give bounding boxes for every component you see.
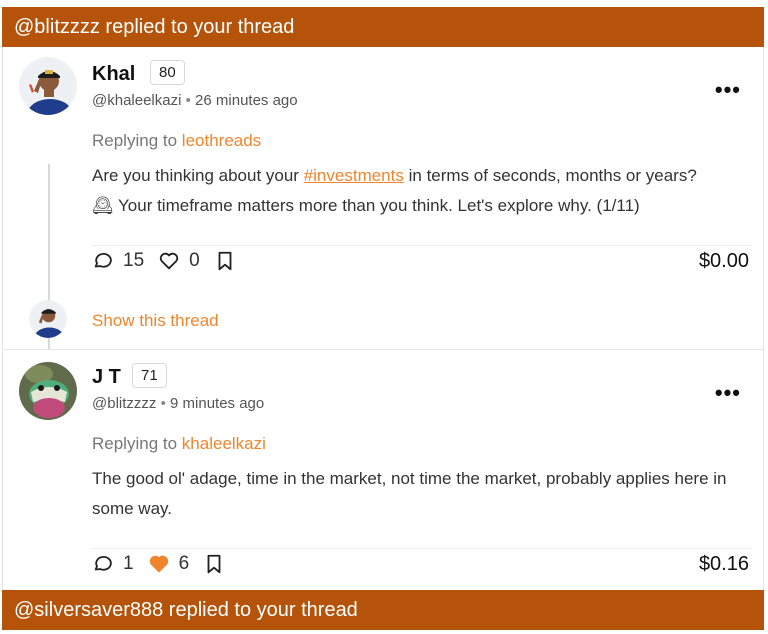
clock-emoji: 🕰	[92, 196, 114, 215]
display-name[interactable]: Khal	[92, 63, 135, 86]
replying-prefix: Replying to	[92, 131, 178, 150]
avatar[interactable]	[19, 57, 77, 115]
replying-to-link[interactable]: leothreads	[182, 131, 261, 150]
display-name[interactable]: J T	[92, 366, 121, 389]
replying-prefix: Replying to	[92, 434, 178, 453]
body-text: Your timeframe matters more than you thi…	[118, 196, 640, 215]
timestamp[interactable]: 26 minutes ago	[195, 92, 298, 109]
action-bar: 1 6	[92, 551, 239, 577]
hashtag-link[interactable]: #investments	[304, 166, 404, 185]
comment-icon	[94, 252, 112, 268]
comment-button[interactable]: 1	[92, 553, 134, 575]
replying-to: Replying to leothreads	[92, 131, 261, 151]
handle[interactable]: @blitzzzz	[92, 395, 156, 412]
avatar-small[interactable]	[29, 300, 67, 338]
post-body: The good ol' adage, time in the market, …	[92, 469, 727, 518]
meta-separator: •	[160, 395, 166, 412]
timestamp[interactable]: 9 minutes ago	[170, 395, 264, 412]
reputation-badge: 80	[150, 60, 185, 85]
meta-separator: •	[185, 92, 191, 109]
post-meta: @blitzzzz • 9 minutes ago	[92, 395, 264, 412]
bookmark-icon	[218, 251, 232, 271]
reputation-badge: 71	[132, 363, 167, 388]
bookmark-button[interactable]	[203, 553, 225, 575]
post-card-jt[interactable]: J T 71 @blitzzzz • 9 minutes ago ••• Rep…	[2, 350, 764, 590]
replying-to: Replying to khaleelkazi	[92, 434, 266, 454]
action-bar: 15 0	[92, 248, 250, 274]
comment-count: 15	[123, 250, 145, 271]
like-count: 0	[189, 250, 200, 271]
body-text: Are you thinking about your	[92, 166, 299, 185]
heart-icon	[159, 252, 179, 270]
bookmark-button[interactable]	[214, 250, 236, 272]
more-icon[interactable]: •••	[715, 79, 741, 101]
more-icon[interactable]: •••	[715, 382, 741, 404]
comment-button[interactable]: 15	[92, 250, 144, 272]
show-thread-link[interactable]: Show this thread	[92, 311, 219, 331]
heart-filled-icon	[149, 555, 168, 573]
handle[interactable]: @khaleelkazi	[92, 92, 181, 109]
post-body: Are you thinking about your #investments…	[92, 161, 752, 221]
like-button[interactable]: 0	[158, 250, 200, 272]
bookmark-icon	[207, 554, 221, 574]
payout-amount[interactable]: $0.00	[699, 250, 749, 273]
notification-banner-bottom[interactable]: @silversaver888 replied to your thread	[2, 590, 764, 630]
body-text: in terms of seconds, months or years?	[408, 166, 697, 185]
payout-amount[interactable]: $0.16	[699, 553, 749, 576]
comment-count: 1	[123, 553, 134, 574]
notification-banner-top[interactable]: @blitzzzz replied to your thread	[2, 7, 764, 47]
divider	[92, 245, 752, 246]
like-count: 6	[178, 553, 190, 574]
divider	[92, 548, 752, 549]
like-button-active[interactable]: 6	[148, 553, 190, 575]
comment-icon	[94, 555, 112, 571]
post-card-khal[interactable]: Khal 80 @khaleelkazi • 26 minutes ago ••…	[2, 47, 764, 350]
replying-to-link[interactable]: khaleelkazi	[182, 434, 266, 453]
post-meta: @khaleelkazi • 26 minutes ago	[92, 92, 298, 109]
avatar[interactable]	[19, 362, 77, 420]
